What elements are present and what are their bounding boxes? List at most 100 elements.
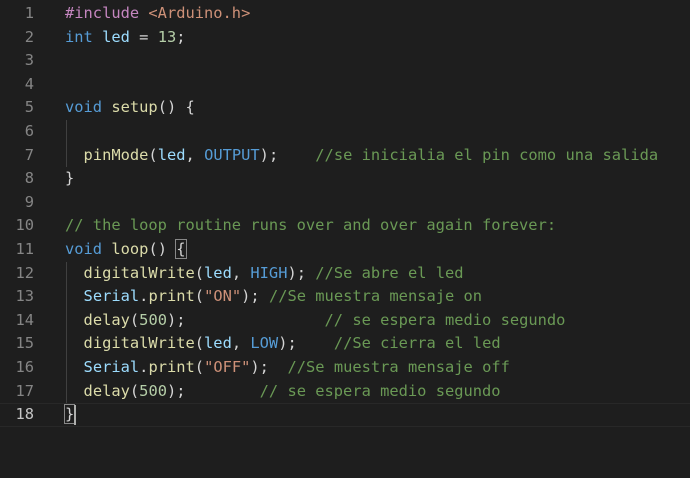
- code-token: setup: [111, 98, 158, 117]
- code-token: print: [148, 287, 195, 306]
- code-text: void setup() {: [65, 96, 195, 120]
- code-token: delay: [83, 310, 130, 329]
- code-token: () {: [157, 98, 195, 117]
- code-token: =: [129, 27, 158, 46]
- code-line[interactable]: 11 void loop() {: [0, 238, 690, 262]
- code-token: (): [148, 240, 177, 258]
- code-token: );: [259, 145, 316, 164]
- code-line[interactable]: 1 #include <Arduino.h>: [0, 2, 690, 26]
- code-line[interactable]: 2 int led = 13;: [0, 26, 690, 50]
- code-token: OUTPUT: [204, 145, 260, 164]
- line-number: 16: [15, 358, 34, 376]
- indent-guide: [66, 261, 67, 404]
- code-token: 500: [139, 381, 167, 400]
- code-comment: // the loop routine runs over and over a…: [65, 216, 557, 235]
- code-line[interactable]: 5 void setup() {: [0, 96, 690, 120]
- code-text: #include <Arduino.h>: [65, 2, 250, 26]
- code-line[interactable]: 10 // the loop routine runs over and over…: [0, 214, 690, 238]
- code-token: "ON": [204, 287, 242, 306]
- code-token: }: [63, 404, 76, 425]
- code-token: led: [204, 334, 232, 353]
- line-number: 13: [15, 287, 34, 306]
- code-line[interactable]: 15 digitalWrite(led, LOW); //Se cierra e…: [0, 332, 690, 356]
- line-number: 10: [15, 216, 34, 235]
- code-comment: // se espera medio segundo: [324, 310, 566, 329]
- text-cursor: [74, 405, 76, 426]
- code-text: void loop() {: [65, 238, 187, 262]
- code-comment: //Se muestra mensaje off: [287, 358, 510, 376]
- code-token: ,: [231, 263, 251, 282]
- code-comment: //Se abre el led: [315, 263, 464, 282]
- line-number: 8: [24, 169, 34, 188]
- line-number: 14: [15, 310, 34, 329]
- code-text: }: [65, 167, 74, 191]
- code-token: loop: [111, 240, 149, 258]
- code-token: );: [241, 287, 269, 306]
- code-token: (: [194, 358, 205, 376]
- code-token: led: [204, 263, 232, 282]
- line-number: 3: [24, 51, 34, 70]
- code-line[interactable]: 9: [0, 191, 690, 215]
- code-text: // the loop routine runs over and over a…: [65, 214, 556, 238]
- code-token: );: [166, 310, 325, 329]
- code-token: led: [92, 27, 130, 46]
- code-line[interactable]: 16 Serial.print("OFF"); //Se muestra men…: [0, 356, 690, 380]
- code-token: digitalWrite: [83, 334, 195, 353]
- code-token: (: [194, 287, 205, 306]
- code-token: (: [194, 263, 205, 282]
- line-number: 2: [24, 27, 34, 46]
- code-text: digitalWrite(led, HIGH); //Se abre el le…: [65, 262, 464, 286]
- code-token: "OFF": [204, 358, 251, 376]
- code-token: #include: [65, 4, 149, 22]
- line-number: 11: [15, 240, 34, 258]
- code-line[interactable]: 12 digitalWrite(led, HIGH); //Se abre el…: [0, 262, 690, 286]
- line-number: 4: [24, 74, 34, 93]
- code-line[interactable]: 13 Serial.print("ON"); //Se muestra mens…: [0, 285, 690, 309]
- code-text: delay(500); // se espera medio segundo: [65, 309, 566, 333]
- code-token: HIGH: [250, 263, 288, 282]
- code-token: (: [194, 334, 205, 353]
- code-token: void: [65, 240, 103, 258]
- line-number: 15: [15, 334, 34, 353]
- line-number: 12: [15, 263, 34, 282]
- code-token: digitalWrite: [83, 263, 195, 282]
- code-token: pinMode: [83, 145, 149, 164]
- code-text: Serial.print("ON"); //Se muestra mensaje…: [65, 285, 483, 309]
- code-line[interactable]: 7 pinMode(led, OUTPUT); //se inicialia e…: [0, 144, 690, 168]
- code-line[interactable]: 18}: [0, 403, 690, 427]
- code-token: Serial: [83, 358, 140, 376]
- code-line[interactable]: 6: [0, 120, 690, 144]
- code-text: digitalWrite(led, LOW); //Se cierra el l…: [65, 332, 501, 356]
- code-token: <Arduino.h>: [148, 4, 251, 22]
- code-line[interactable]: 3: [0, 49, 690, 73]
- code-text: int led = 13;: [65, 26, 186, 50]
- code-token: Serial: [83, 287, 140, 306]
- line-number: 17: [15, 381, 34, 400]
- code-token: int: [65, 27, 93, 46]
- code-token: LOW: [250, 334, 279, 353]
- line-number: 9: [24, 192, 34, 211]
- code-line[interactable]: 8}: [0, 167, 690, 191]
- code-comment: // se espera medio segundo: [259, 381, 501, 400]
- code-token: );: [250, 358, 288, 376]
- code-comment: //Se muestra mensaje on: [268, 287, 483, 306]
- code-token: (: [129, 381, 140, 400]
- line-number: 6: [24, 122, 34, 140]
- code-token: ;: [176, 27, 186, 46]
- indent-guide: [66, 120, 67, 168]
- code-line[interactable]: 14 delay(500); // se espera medio segund…: [0, 309, 690, 333]
- code-text: delay(500); // se espera medio segundo: [65, 380, 501, 404]
- code-editor[interactable]: 1 #include <Arduino.h> 2 int led = 13; 3 4 5 vo…: [0, 0, 690, 478]
- line-number: 1: [24, 4, 34, 22]
- code-line[interactable]: 17 delay(500); // se espera medio segund…: [0, 380, 690, 404]
- code-token: void: [65, 98, 103, 117]
- code-line[interactable]: 4: [0, 73, 690, 97]
